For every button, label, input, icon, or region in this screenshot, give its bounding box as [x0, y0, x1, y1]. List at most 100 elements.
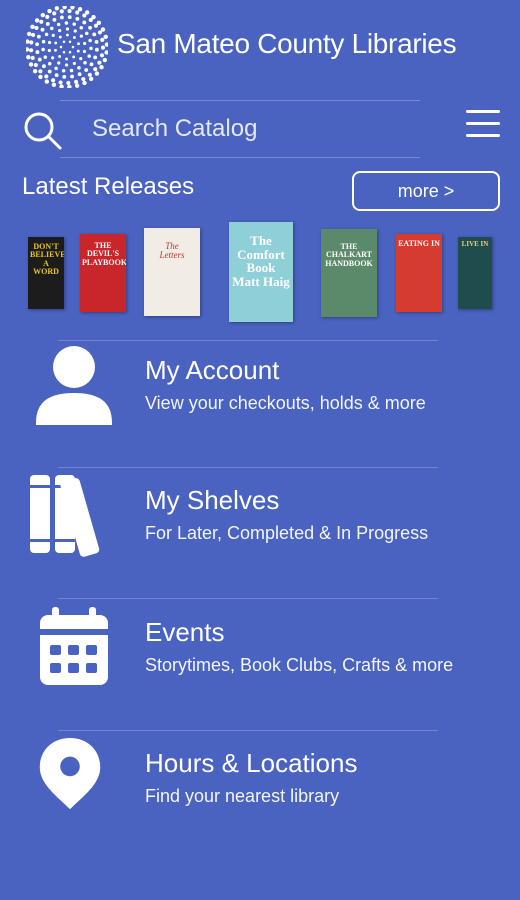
logo-dot	[81, 76, 86, 82]
logo-dot	[70, 6, 75, 10]
logo-dot	[64, 63, 69, 67]
book-cover[interactable]: EATING IN	[396, 234, 442, 312]
logo-dot	[30, 24, 35, 30]
logo-dot	[103, 34, 108, 40]
logo-dot	[69, 68, 74, 73]
logo-dot	[99, 53, 105, 58]
logo-dot	[54, 6, 60, 11]
logo-dot	[94, 71, 100, 76]
logo-dot	[66, 80, 71, 86]
logo-dot	[33, 62, 38, 68]
logo-dot	[52, 11, 57, 16]
search-bar	[0, 100, 520, 158]
logo-dot	[104, 42, 108, 47]
logo-dot	[34, 18, 40, 23]
logo-dot	[44, 79, 50, 84]
search-input[interactable]	[92, 112, 432, 146]
logo-dot	[79, 25, 84, 30]
logo-dot	[65, 27, 70, 31]
logo-dot	[47, 8, 52, 14]
logo-dot	[100, 45, 106, 50]
menu-item-my-shelves[interactable]: My Shelves For Later, Completed & In Pro…	[0, 475, 520, 595]
logo-dot	[29, 40, 34, 45]
logo-dot	[59, 45, 63, 49]
logo-dot	[102, 57, 108, 63]
book-cover[interactable]: The Letters	[144, 228, 200, 316]
logo-dot	[47, 40, 52, 45]
logo-dot	[64, 21, 69, 25]
divider	[60, 100, 420, 101]
book-cover[interactable]: THE DEVIL'S PLAYBOOK	[80, 234, 126, 312]
logo-dot	[34, 25, 39, 31]
logo-dot	[93, 67, 98, 72]
logo-dot	[26, 47, 30, 52]
logo-dot	[68, 50, 72, 54]
book-cover[interactable]: DON'T BELIEVE A WORD	[28, 237, 64, 309]
logo-dot	[77, 7, 83, 12]
logo-dot	[77, 42, 80, 46]
logo-dot	[84, 68, 89, 72]
logo-dot	[66, 33, 69, 37]
book-cover[interactable]: LIVE IN	[458, 237, 492, 309]
logo-dot	[45, 22, 50, 26]
menu-item-subtitle: For Later, Completed & In Progress	[145, 523, 429, 543]
logo-dot	[85, 31, 89, 36]
book-cover[interactable]: THE CHALKART HANDBOOK	[321, 229, 377, 317]
logo-dot	[82, 49, 87, 54]
logo-dot	[35, 50, 40, 55]
logo-dot	[44, 32, 49, 37]
logo-dot	[104, 50, 108, 55]
menu-item-hours-locations[interactable]: Hours & Locations Find your nearest libr…	[0, 738, 520, 858]
logo-dot	[62, 50, 66, 54]
book-carousel: DON'T BELIEVE A WORD THE DEVIL'S PLAYBOOK T…	[0, 222, 520, 322]
logo-dot	[72, 55, 76, 59]
logo-dot	[30, 55, 35, 61]
logo-dot	[41, 39, 46, 44]
logo-dot	[72, 61, 76, 66]
logo-dot	[99, 64, 104, 70]
logo-dot	[51, 78, 56, 83]
logo-dot	[72, 36, 76, 39]
logo-dot	[42, 64, 46, 69]
logo-dot	[51, 56, 55, 60]
hamburger-menu-icon[interactable]	[466, 110, 500, 138]
logo-dot	[29, 48, 34, 53]
globe-dots-icon	[26, 6, 108, 88]
book-cover[interactable]: The Comfort Book Matt Haig	[229, 222, 293, 322]
logo-dot	[54, 66, 58, 71]
logo-dot	[65, 57, 68, 61]
logo-dot	[75, 16, 80, 21]
logo-dot	[50, 26, 54, 31]
logo-dot	[58, 55, 62, 58]
logo-dot	[77, 66, 81, 70]
logo-dot	[28, 62, 34, 67]
logo-dot	[96, 20, 102, 26]
logo-dot	[37, 57, 42, 62]
logo-dot	[73, 79, 79, 84]
more-button[interactable]: more >	[352, 171, 500, 211]
menu-item-title: Events	[145, 617, 225, 647]
logo-dot	[62, 40, 66, 44]
divider	[58, 467, 438, 468]
menu-item-title: My Shelves	[145, 485, 280, 515]
logo-dot	[47, 61, 52, 66]
menu-item-events[interactable]: Events Storytimes, Book Clubs, Crafts & …	[0, 607, 520, 727]
book-title: EATING IN	[398, 239, 440, 248]
logo-dot	[40, 27, 45, 32]
logo-dot	[72, 22, 76, 26]
logo-dot	[35, 42, 40, 47]
logo-dot	[79, 34, 83, 38]
logo-dot	[58, 35, 62, 39]
logo-dot	[92, 32, 97, 37]
logo-dot	[83, 41, 87, 46]
logo-dot	[94, 47, 99, 52]
logo-dot	[54, 73, 59, 78]
logo-dot	[71, 45, 75, 49]
person-icon	[36, 346, 112, 425]
search-icon[interactable]	[22, 110, 64, 152]
logo-dot	[89, 62, 94, 67]
logo-dot	[47, 69, 52, 74]
logo-dot	[94, 39, 99, 44]
logo-dot	[27, 31, 32, 37]
menu-item-my-account[interactable]: My Account View your checkouts, holds & …	[0, 345, 520, 465]
